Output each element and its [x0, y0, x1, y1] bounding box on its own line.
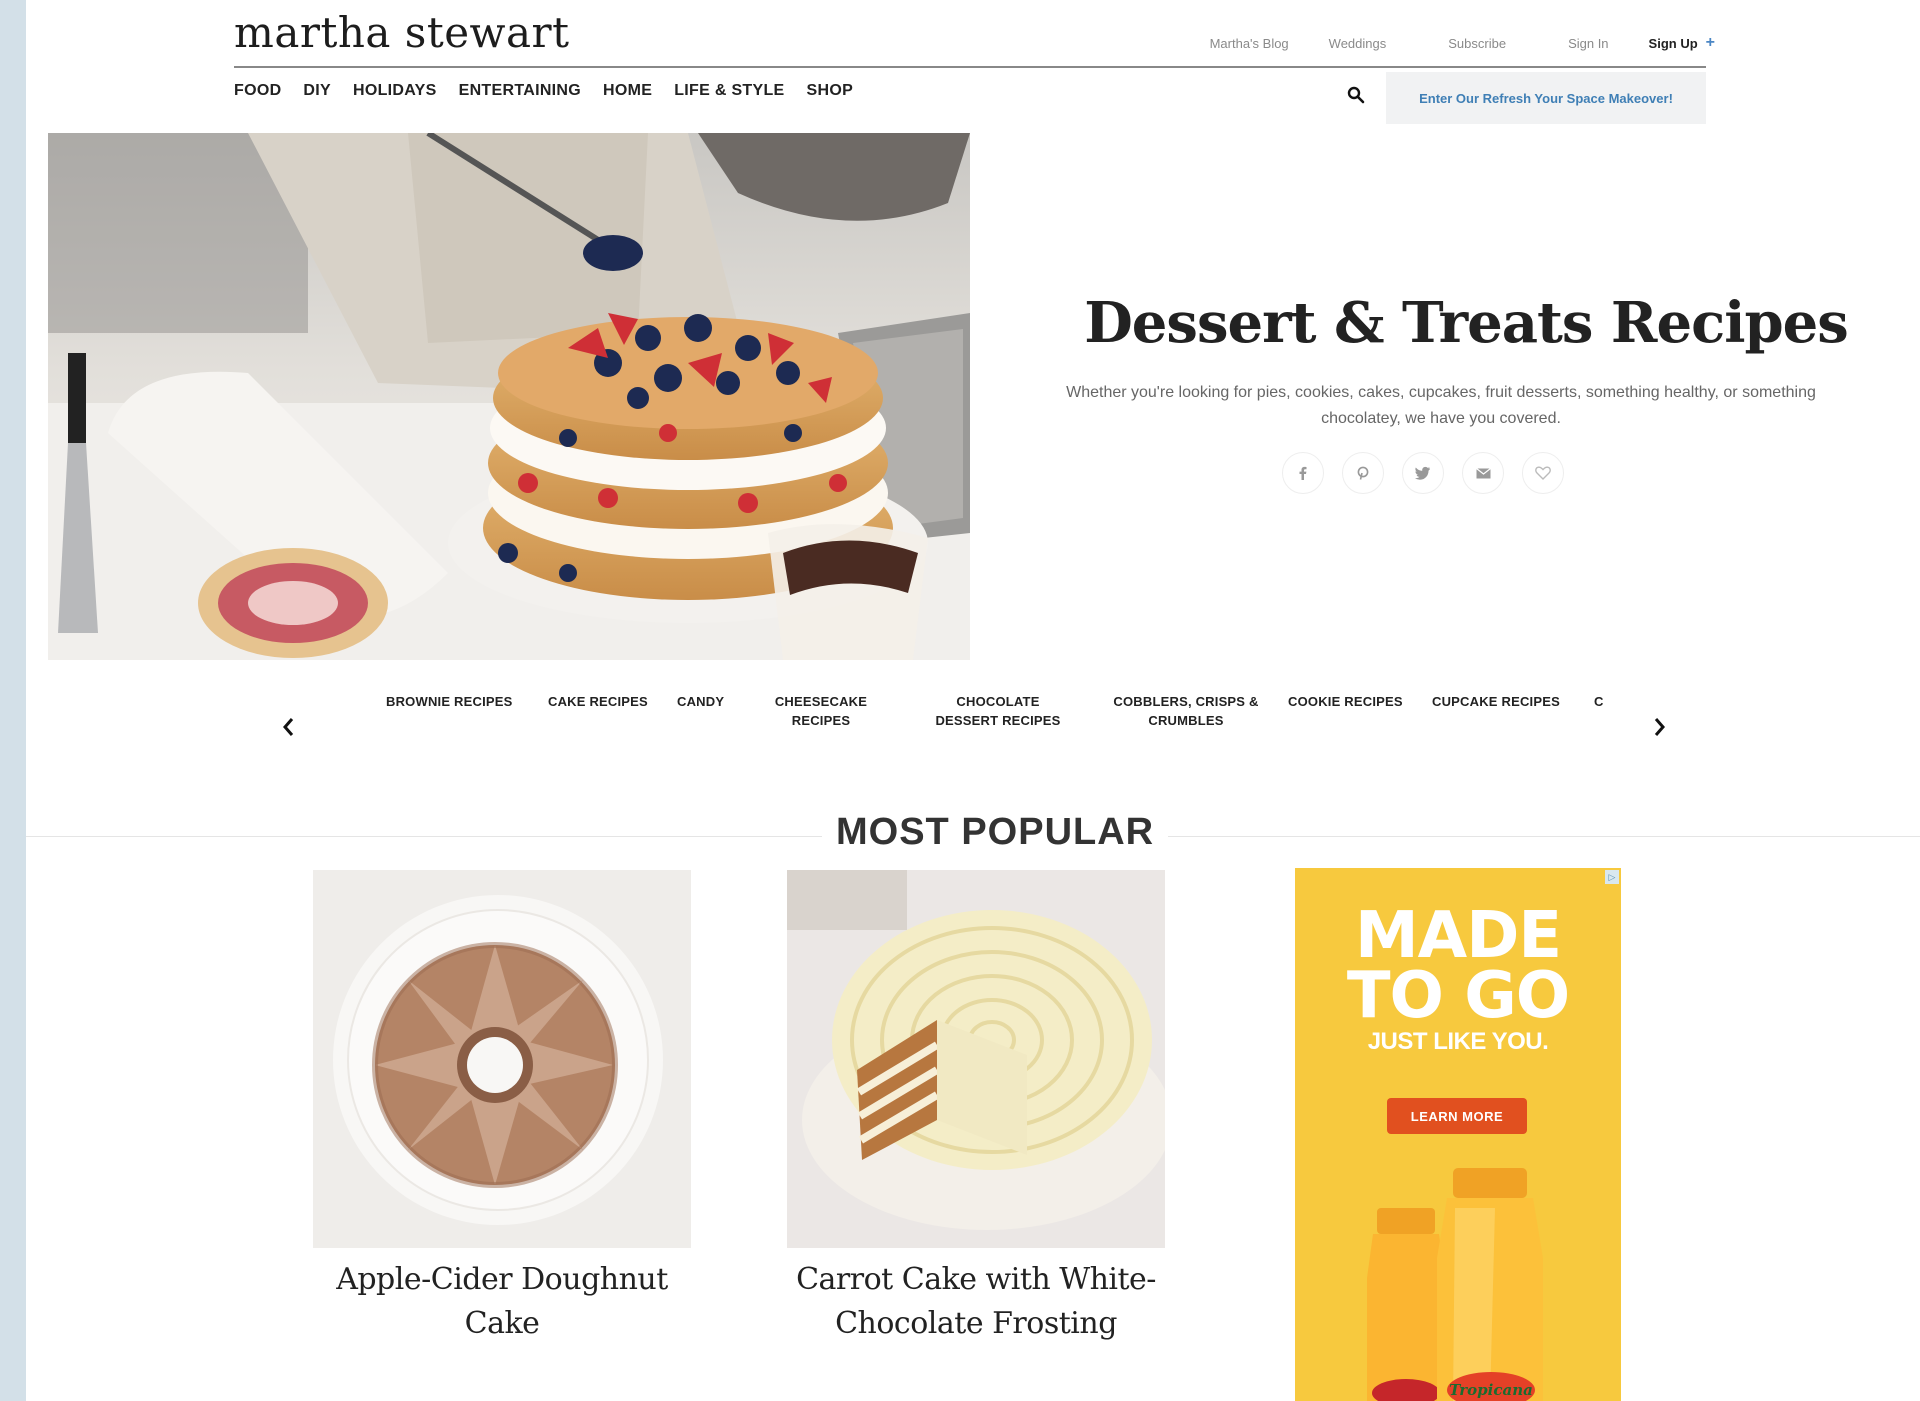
- promo-banner[interactable]: Enter Our Refresh Your Space Makeover!: [1386, 72, 1706, 124]
- weddings-link[interactable]: Weddings: [1329, 36, 1387, 51]
- category-cupcake[interactable]: CUPCAKE RECIPES: [1432, 692, 1560, 711]
- ad-headline: MADE TO GO: [1295, 899, 1621, 1033]
- category-brownie[interactable]: BROWNIE RECIPES: [386, 692, 513, 711]
- category-cheesecake[interactable]: CHEESECAKE RECIPES: [766, 692, 876, 730]
- category-next-partial[interactable]: C: [1594, 692, 1604, 711]
- twitter-icon[interactable]: [1402, 452, 1444, 494]
- site-logo[interactable]: martha stewart: [234, 8, 570, 57]
- category-chocolate[interactable]: CHOCOLATE DESSERT RECIPES: [928, 692, 1068, 730]
- card-title-doughnut-cake[interactable]: Apple-Cider Doughnut Cake: [313, 1258, 691, 1346]
- ad-learn-more-button[interactable]: LEARN MORE: [1387, 1098, 1527, 1134]
- category-cake[interactable]: CAKE RECIPES: [548, 692, 648, 711]
- promo-text: Enter Our Refresh Your Space Makeover!: [1419, 90, 1673, 106]
- nav-diy[interactable]: DIY: [303, 82, 331, 100]
- header-divider: [234, 66, 1706, 68]
- facebook-icon[interactable]: [1282, 452, 1324, 494]
- carousel-next-icon[interactable]: [1648, 712, 1672, 742]
- category-carousel: BROWNIE RECIPES CAKE RECIPES CANDY CHEES…: [356, 692, 1606, 742]
- carousel-prev-icon[interactable]: [276, 712, 300, 742]
- main-nav: FOOD DIY HOLIDAYS ENTERTAINING HOME LIFE…: [234, 82, 853, 100]
- card-image-carrot-cake[interactable]: [787, 870, 1165, 1248]
- ad-headline-line-2: TO GO: [1346, 959, 1570, 1033]
- ad-subheadline: JUST LIKE YOU.: [1367, 1028, 1549, 1055]
- section-title: MOST POPULAR: [822, 811, 1169, 854]
- page: martha stewart Martha's Blog Weddings Su…: [26, 0, 1920, 1401]
- nav-life-style[interactable]: LIFE & STYLE: [674, 82, 784, 100]
- email-icon[interactable]: [1462, 452, 1504, 494]
- card-image-doughnut-cake[interactable]: [313, 870, 691, 1248]
- subscribe-link[interactable]: Subscribe: [1448, 36, 1506, 51]
- card-title-carrot-cake[interactable]: Carrot Cake with White-Chocolate Frostin…: [787, 1258, 1165, 1346]
- category-cobblers[interactable]: COBBLERS, CRISPS & CRUMBLES: [1106, 692, 1266, 730]
- ad-headline-line-1: MADE: [1354, 899, 1562, 973]
- nav-food[interactable]: FOOD: [234, 82, 281, 100]
- nav-home[interactable]: HOME: [603, 82, 652, 100]
- category-candy[interactable]: CANDY: [677, 692, 724, 711]
- signup-link[interactable]: Sign Up +: [1649, 34, 1715, 52]
- utility-nav: Martha's Blog Weddings Subscribe Sign In…: [1170, 34, 1715, 52]
- category-cookie[interactable]: COOKIE RECIPES: [1288, 692, 1403, 711]
- signin-link[interactable]: Sign In: [1568, 36, 1608, 51]
- nav-holidays[interactable]: HOLIDAYS: [353, 82, 437, 100]
- advertisement[interactable]: ▷ MADE TO GO JUST LIKE YOU. LEARN MORE T…: [1295, 868, 1621, 1401]
- page-description: Whether you're looking for pies, cookies…: [1066, 384, 1816, 427]
- nav-shop[interactable]: SHOP: [807, 82, 854, 100]
- hero-image: [48, 133, 970, 660]
- pinterest-icon[interactable]: [1342, 452, 1384, 494]
- ad-brand-logo: Tropicana: [1449, 1381, 1533, 1399]
- page-title: Dessert & Treats Recipes: [1084, 290, 1849, 356]
- search-icon[interactable]: [1347, 86, 1367, 106]
- ad-choices-icon[interactable]: ▷: [1605, 870, 1619, 884]
- signup-label: Sign Up: [1648, 35, 1698, 51]
- blog-link[interactable]: Martha's Blog: [1210, 36, 1289, 51]
- share-bar: [1282, 452, 1564, 494]
- heart-icon[interactable]: [1522, 452, 1564, 494]
- nav-entertaining[interactable]: ENTERTAINING: [459, 82, 581, 100]
- plus-icon: +: [1705, 34, 1715, 51]
- ad-product-image: Tropicana: [1367, 1168, 1543, 1401]
